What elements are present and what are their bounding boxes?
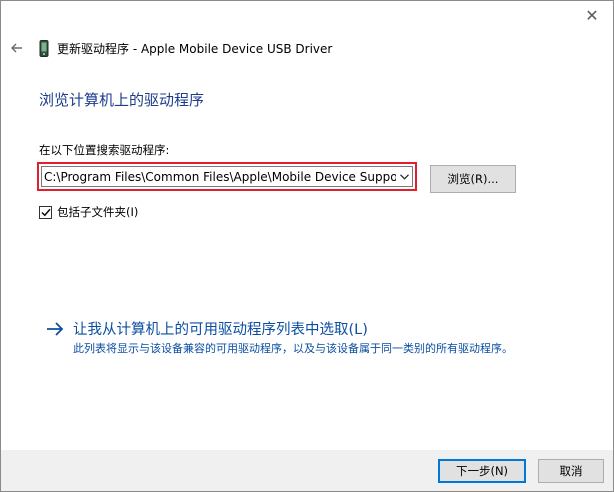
close-icon: ✕	[585, 6, 599, 25]
include-subfolders-option[interactable]: 包括子文件夹(I)	[39, 204, 138, 220]
next-button[interactable]: 下一步(N)	[438, 459, 526, 483]
next-button-label: 下一步(N)	[455, 464, 509, 478]
update-driver-dialog: ✕ 更新驱动程序 - Apple Mobile Device USB Drive…	[0, 0, 614, 492]
path-dropdown-button[interactable]	[396, 167, 412, 186]
mobile-device-icon	[39, 39, 49, 57]
page-heading: 浏览计算机上的驱动程序	[39, 91, 205, 109]
dialog-title: 更新驱动程序 - Apple Mobile Device USB Driver	[57, 41, 333, 56]
pick-from-list-link[interactable]: 让我从计算机上的可用驱动程序列表中选取(L)	[45, 318, 368, 339]
browse-button-label: 浏览(R)...	[447, 172, 499, 186]
back-arrow-icon	[11, 43, 22, 53]
driver-path-input[interactable]	[42, 167, 396, 186]
include-subfolders-checkbox[interactable]	[39, 205, 52, 219]
chevron-down-icon	[399, 173, 409, 180]
checkmark-icon	[40, 208, 51, 216]
browse-button[interactable]: 浏览(R)...	[430, 165, 516, 193]
include-subfolders-label: 包括子文件夹(I)	[57, 205, 139, 219]
cancel-button-label: 取消	[559, 464, 583, 478]
pick-from-list-label[interactable]: 让我从计算机上的可用驱动程序列表中选取(L)	[73, 318, 368, 339]
back-button[interactable]	[7, 38, 27, 58]
pick-from-list-description: 此列表将显示与该设备兼容的可用驱动程序，以及与该设备属于同一类别的所有驱动程序。	[73, 342, 513, 355]
cancel-button[interactable]: 取消	[538, 459, 604, 483]
right-arrow-icon	[47, 321, 64, 336]
dialog-title-row: 更新驱动程序 - Apple Mobile Device USB Driver	[39, 38, 332, 58]
driver-path-combobox[interactable]	[41, 166, 413, 187]
search-location-label: 在以下位置搜索驱动程序:	[39, 143, 170, 157]
close-button[interactable]: ✕	[581, 7, 603, 25]
